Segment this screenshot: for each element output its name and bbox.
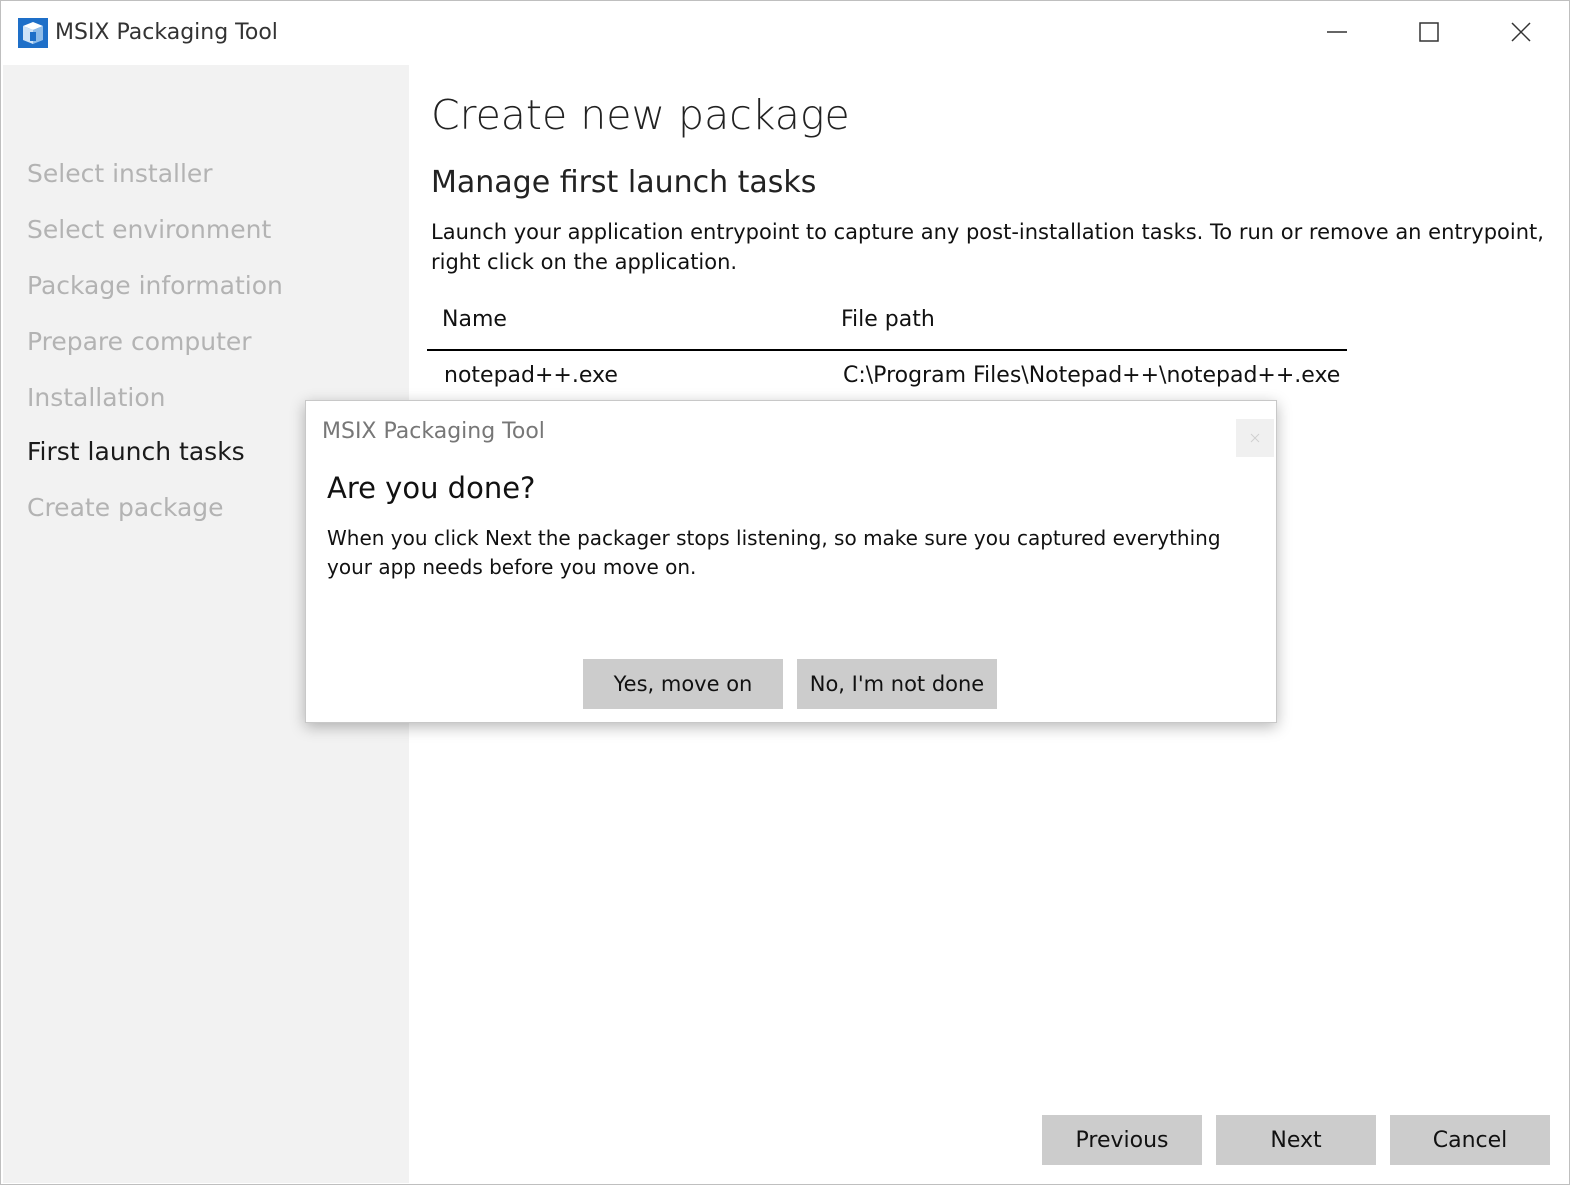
step-prepare-computer[interactable]: Prepare computer <box>27 327 252 356</box>
step-select-installer[interactable]: Select installer <box>27 159 213 188</box>
table-row[interactable]: notepad++.exe C:\Program Files\Notepad++… <box>427 351 1347 405</box>
next-button[interactable]: Next <box>1216 1115 1376 1165</box>
step-select-environment[interactable]: Select environment <box>27 215 271 244</box>
window-title: MSIX Packaging Tool <box>55 20 278 45</box>
row-path-cell: C:\Program Files\Notepad++\notepad++.exe <box>843 363 1341 388</box>
row-name-cell: notepad++.exe <box>444 363 618 388</box>
close-icon <box>1511 22 1531 42</box>
maximize-button[interactable] <box>1389 7 1469 57</box>
title-bar: MSIX Packaging Tool <box>1 1 1569 65</box>
step-package-information[interactable]: Package information <box>27 271 283 300</box>
msix-app-icon <box>17 17 49 49</box>
yes-move-on-button[interactable]: Yes, move on <box>583 659 783 709</box>
close-icon <box>1250 433 1260 443</box>
step-installation[interactable]: Installation <box>27 383 165 412</box>
step-create-package[interactable]: Create package <box>27 493 224 522</box>
column-header-name[interactable]: Name <box>442 307 507 332</box>
close-button[interactable] <box>1481 7 1561 57</box>
table-header: Name File path <box>427 297 1347 351</box>
dialog-close-button[interactable] <box>1236 419 1274 457</box>
section-description: Launch your application entrypoint to ca… <box>431 220 1544 274</box>
step-first-launch-tasks[interactable]: First launch tasks <box>27 437 245 466</box>
minimize-button[interactable] <box>1297 7 1377 57</box>
no-not-done-button[interactable]: No, I'm not done <box>797 659 997 709</box>
maximize-icon <box>1419 22 1439 42</box>
previous-button[interactable]: Previous <box>1042 1115 1202 1165</box>
page-title: Create new package <box>431 91 850 139</box>
section-title: Manage first launch tasks <box>431 165 817 200</box>
minimize-icon <box>1327 31 1347 33</box>
dialog-message: When you click Next the packager stops l… <box>327 526 1221 579</box>
app-window: MSIX Packaging Tool Select installer Sel… <box>0 0 1570 1185</box>
cancel-button[interactable]: Cancel <box>1390 1115 1550 1165</box>
confirm-dialog: MSIX Packaging Tool Are you done? When y… <box>305 400 1277 723</box>
column-header-file-path[interactable]: File path <box>841 307 935 332</box>
dialog-heading: Are you done? <box>327 471 536 505</box>
dialog-title: MSIX Packaging Tool <box>322 419 545 444</box>
